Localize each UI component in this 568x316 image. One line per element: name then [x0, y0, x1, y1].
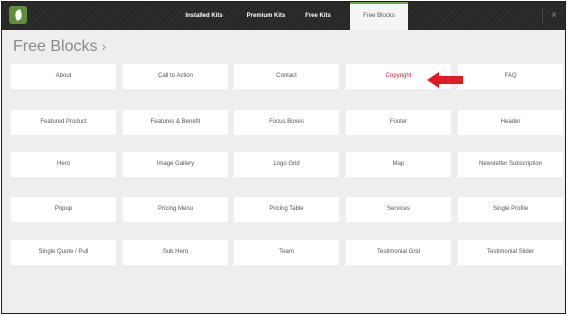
block-testimonial-grid[interactable]: Testimonial Grid	[346, 240, 451, 265]
block-logo-grid[interactable]: Logo Grid	[234, 152, 339, 177]
block-testimonial-slider[interactable]: Testimonial Slider	[458, 240, 563, 265]
block-footer[interactable]: Footer	[346, 110, 451, 135]
page-title-text: Free Blocks	[13, 38, 98, 55]
annotation-arrow-icon	[427, 72, 463, 88]
block-services[interactable]: Services	[346, 197, 451, 222]
block-pricing-table[interactable]: Pricing Table	[234, 197, 339, 222]
block-single-quote-pull[interactable]: Single Quote / Pull	[11, 240, 116, 265]
block-featured-product[interactable]: Featured Product	[11, 110, 116, 135]
topbar-divider	[542, 9, 543, 23]
block-single-profile[interactable]: Single Profile	[458, 197, 563, 222]
block-team[interactable]: Team	[234, 240, 339, 265]
block-image-gallery[interactable]: Image Gallery	[123, 152, 228, 177]
block-call-to-action[interactable]: Call to Action	[123, 64, 228, 89]
tab-free-kits[interactable]: Free Kits	[298, 2, 338, 30]
block-pricing-menu[interactable]: Pricing Menu	[123, 197, 228, 222]
block-features-benefit[interactable]: Features & Benefit	[123, 110, 228, 135]
top-nav-bar: Installed Kits Premium Kits Free Kits Fr…	[2, 2, 565, 30]
free-blocks-window: Installed Kits Premium Kits Free Kits Fr…	[1, 1, 566, 314]
tab-installed-kits[interactable]: Installed Kits	[174, 2, 234, 30]
tab-free-blocks[interactable]: Free Blocks	[350, 2, 408, 30]
block-map[interactable]: Map	[346, 152, 451, 177]
block-sub-hero[interactable]: Sub Hero	[123, 240, 228, 265]
block-faq[interactable]: FAQ	[458, 64, 563, 89]
chevron-right-icon: ›	[101, 38, 107, 54]
block-about[interactable]: About	[11, 64, 116, 89]
close-icon[interactable]: ×	[547, 9, 561, 23]
block-contact[interactable]: Contact	[234, 64, 339, 89]
tab-premium-kits[interactable]: Premium Kits	[240, 2, 292, 30]
page-title: Free Blocks ›	[13, 38, 106, 56]
app-logo-icon	[9, 6, 27, 24]
block-header[interactable]: Header	[458, 110, 563, 135]
block-newsletter-subscription[interactable]: Newsletter Subscription	[458, 152, 563, 177]
block-popup[interactable]: Popup	[11, 197, 116, 222]
block-hero[interactable]: Hero	[11, 152, 116, 177]
block-focus-boxes[interactable]: Focus Boxes	[234, 110, 339, 135]
